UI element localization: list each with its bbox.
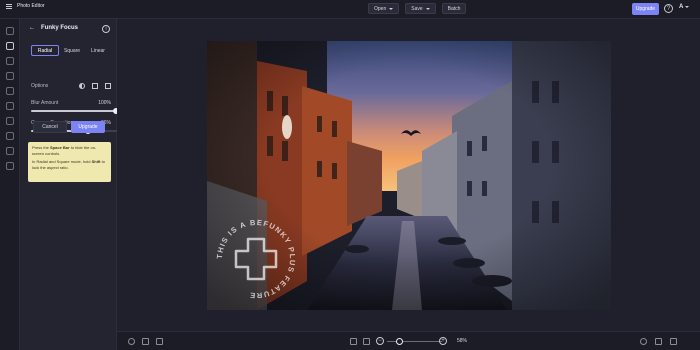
chevron-down-icon [685, 6, 690, 8]
file-actions: Open Save Batch [368, 3, 467, 14]
panel-title: Funky Focus [41, 25, 79, 31]
tool-rail [0, 19, 20, 350]
batch-button[interactable]: Batch [441, 3, 467, 14]
zoom-in-icon[interactable]: + [439, 337, 447, 345]
tip-text-2: In Radial and Square mode, hold Shift to… [32, 159, 107, 171]
undo-icon[interactable] [655, 338, 662, 345]
tab-square[interactable]: Square [59, 45, 85, 56]
open-button[interactable]: Open [368, 3, 400, 14]
blur-amount-fill [31, 110, 116, 112]
tip-key: Space Bar [50, 145, 70, 150]
textures-icon[interactable] [6, 132, 14, 140]
photo-canvas[interactable]: THIS IS A BEFUNKY PLUS FEATURE [207, 41, 611, 310]
canvas-area: THIS IS A BEFUNKY PLUS FEATURE [117, 19, 700, 331]
save-label: Save [411, 5, 423, 12]
compare-icon[interactable] [156, 338, 163, 345]
invert-icon[interactable] [79, 83, 85, 89]
layers-toggle-icon[interactable] [142, 338, 149, 345]
app-menu[interactable]: Photo Editor [6, 3, 45, 9]
history-icon[interactable] [128, 338, 135, 345]
options-row: Options [31, 81, 111, 91]
app-title: Photo Editor [17, 3, 45, 9]
zoom-handle[interactable] [395, 338, 403, 345]
open-label: Open [374, 5, 387, 12]
graphics-icon[interactable] [6, 87, 14, 95]
edit-tools-icon[interactable] [6, 27, 14, 35]
redo-icon[interactable] [670, 338, 677, 345]
layers-icon[interactable] [6, 102, 14, 110]
tab-radial[interactable]: Radial [31, 45, 59, 56]
menu-icon[interactable] [6, 3, 12, 9]
funky-focus-panel: ← Funky Focus i Radial Square Linear Opt… [20, 19, 119, 350]
tab-linear[interactable]: Linear [85, 45, 111, 56]
effects-icon[interactable] [6, 42, 14, 50]
venice-canal-photo: THIS IS A BEFUNKY PLUS FEATURE [207, 41, 611, 310]
zoom-out-icon[interactable]: − [376, 337, 384, 345]
option-icons [79, 83, 111, 89]
blur-amount-value: 100% [98, 100, 111, 106]
overlays-icon[interactable] [6, 117, 14, 125]
tip-box: Press the Space Bar to hide the on-scree… [28, 142, 111, 182]
account-menu[interactable]: A [679, 4, 690, 10]
batch-label: Batch [447, 5, 461, 12]
blur-amount-row: Blur Amount 100% [31, 100, 111, 106]
tip-text-1: Press the Space Bar to hide the on-scree… [32, 145, 107, 157]
tip-text: In Radial and Square mode, hold [32, 159, 92, 164]
avatar: A [679, 4, 684, 10]
cancel-button[interactable]: Cancel [33, 121, 67, 133]
chevron-down-icon [425, 7, 430, 10]
text-icon[interactable] [6, 147, 14, 155]
shapes-icon[interactable] [6, 162, 14, 170]
tip-text: Press the [32, 145, 51, 150]
blur-amount-label: Blur Amount [31, 100, 59, 106]
back-arrow-icon[interactable]: ← [29, 25, 35, 31]
panel-upgrade-button[interactable]: Upgrade [71, 121, 105, 133]
reset-icon[interactable] [105, 83, 111, 89]
focus-mode-tabs: Radial Square Linear [31, 45, 111, 56]
zoom-value: 58% [457, 338, 468, 344]
blur-amount-slider[interactable] [31, 108, 119, 114]
bottom-bar: − + 58% [117, 331, 700, 350]
help-icon[interactable]: ? [664, 4, 673, 13]
info-icon[interactable]: i [102, 25, 110, 33]
touch-up-icon[interactable] [6, 57, 14, 65]
save-button[interactable]: Save [405, 3, 436, 14]
panel-header: ← Funky Focus [29, 25, 78, 31]
frames-icon[interactable] [6, 72, 14, 80]
grid-icon[interactable] [92, 83, 98, 89]
tip-key: Shift [91, 159, 101, 164]
chevron-down-icon [389, 7, 394, 10]
options-label: Options [31, 83, 49, 89]
upgrade-button[interactable]: Upgrade [632, 3, 659, 15]
rotate-icon[interactable] [640, 338, 647, 345]
top-bar: Photo Editor Open Save Batch Upgrade ? A [0, 0, 700, 19]
actual-size-icon[interactable] [363, 338, 370, 345]
fit-screen-icon[interactable] [350, 338, 357, 345]
